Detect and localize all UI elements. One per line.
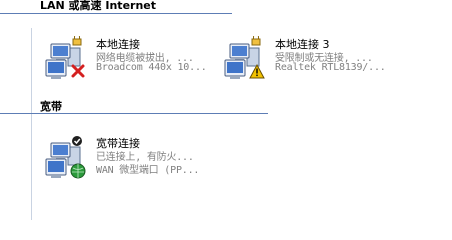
padlock-icon <box>251 36 261 46</box>
network-connection-icon <box>224 36 265 79</box>
connection-broadband[interactable]: 宽带连接 已连接上, 有防火... WAN 微型端口 (PP... <box>42 135 242 181</box>
red-x-icon <box>71 64 85 78</box>
connection-device: Broadcom 440x 10... <box>96 62 207 73</box>
connection-device: Realtek RTL8139/... <box>275 62 386 73</box>
network-connection-icon <box>45 36 85 79</box>
connection-local-area[interactable]: 本地连接 网络电缆被拔出, ... Broadcom 440x 10... <box>42 36 222 82</box>
connection-device: WAN 微型端口 (PP... <box>96 165 200 176</box>
group-header-lan: LAN 或高速 Internet <box>40 0 157 12</box>
group-header-rule <box>0 13 232 14</box>
warning-icon <box>249 63 265 79</box>
network-connection-icon <box>45 136 86 179</box>
padlock-icon <box>72 36 82 46</box>
group-header-rule <box>0 113 268 114</box>
connected-check-icon <box>72 136 82 146</box>
connection-local-area-3[interactable]: 本地连接 3 受限制或无连接, ... Realtek RTL8139/... <box>221 36 401 82</box>
globe-icon <box>70 163 86 179</box>
group-header-broadband: 宽带 <box>40 100 62 113</box>
task-pane-divider <box>31 28 32 220</box>
